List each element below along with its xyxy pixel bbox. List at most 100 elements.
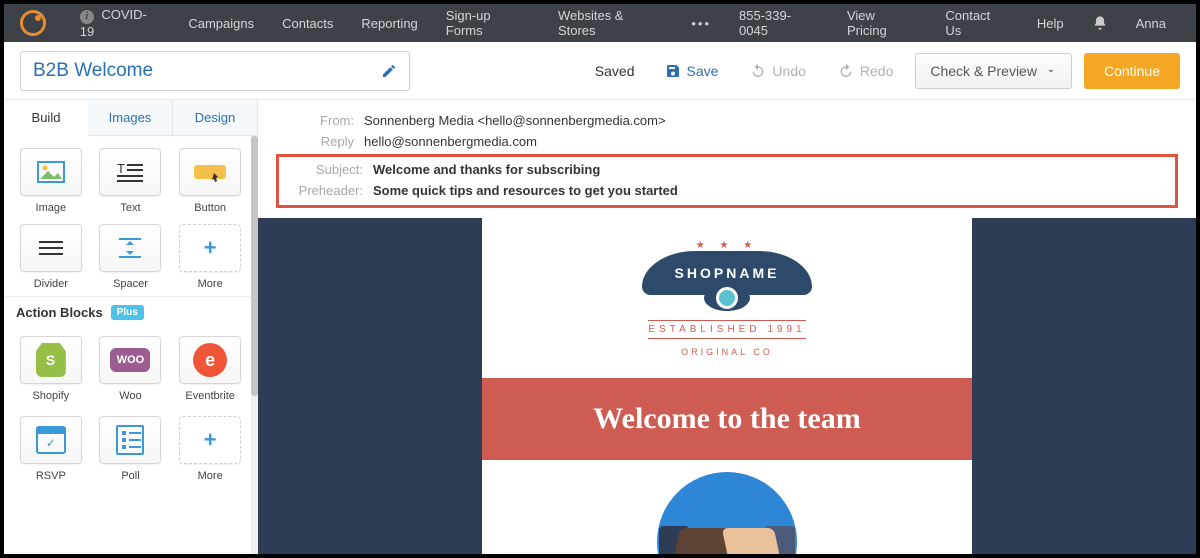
email-logo-block[interactable]: ★ ★ ★ SHOPNAME ESTABLISHED 1991 ORIGINAL… bbox=[482, 218, 972, 378]
plus-badge: Plus bbox=[111, 305, 144, 320]
welcome-heading[interactable]: Welcome to the team bbox=[482, 378, 972, 460]
meta-from-label: From: bbox=[276, 113, 364, 128]
block-spacer-label: Spacer bbox=[113, 278, 148, 290]
ablock-eventbrite-label: Eventbrite bbox=[185, 390, 235, 402]
sidebar-scrollbar[interactable] bbox=[251, 136, 258, 554]
undo-button[interactable]: Undo bbox=[740, 55, 815, 87]
nav-contacts[interactable]: Contacts bbox=[268, 16, 347, 31]
save-icon bbox=[665, 63, 681, 79]
block-text[interactable]: T Text bbox=[96, 148, 166, 214]
top-navigation: i COVID-19 Campaigns Contacts Reporting … bbox=[4, 4, 1196, 42]
tab-images[interactable]: Images bbox=[88, 100, 172, 136]
notifications-icon[interactable] bbox=[1078, 15, 1122, 31]
shop-logo: ★ ★ ★ SHOPNAME bbox=[642, 240, 812, 310]
handshake-circle bbox=[657, 472, 797, 554]
poll-icon bbox=[116, 425, 144, 455]
nav-websites-stores[interactable]: Websites & Stores bbox=[544, 8, 677, 38]
eye-icon bbox=[704, 285, 750, 311]
undo-label: Undo bbox=[772, 63, 805, 79]
nav-user[interactable]: Anna bbox=[1122, 16, 1180, 31]
eventbrite-icon: e bbox=[193, 343, 227, 377]
nav-phone: 855-339-0045 bbox=[725, 8, 833, 38]
rsvp-icon bbox=[36, 426, 66, 454]
save-button[interactable]: Save bbox=[655, 55, 729, 87]
sidebar-tabs: Build Images Design bbox=[4, 100, 257, 136]
redo-button[interactable]: Redo bbox=[828, 55, 903, 87]
action-blocks-label: Action Blocks bbox=[16, 305, 103, 320]
meta-subject-label: Subject: bbox=[285, 162, 373, 177]
ablock-woo-label: Woo bbox=[119, 390, 141, 402]
meta-preheader-label: Preheader: bbox=[285, 183, 373, 198]
established-text: ESTABLISHED 1991 bbox=[648, 320, 805, 339]
edit-name-icon[interactable] bbox=[381, 63, 397, 79]
plus-icon: + bbox=[204, 427, 217, 453]
scrollbar-thumb[interactable] bbox=[251, 136, 258, 396]
handshake-block[interactable] bbox=[482, 460, 972, 554]
block-more[interactable]: + More bbox=[175, 224, 245, 290]
shopify-icon bbox=[36, 343, 66, 377]
editor-toolbar: B2B Welcome Saved Save Undo Redo Check &… bbox=[4, 42, 1196, 100]
build-blocks: Image T Text Button Divider Spacer + Mor… bbox=[4, 136, 257, 296]
block-image[interactable]: Image bbox=[16, 148, 86, 214]
nav-help[interactable]: Help bbox=[1023, 16, 1078, 31]
email-meta: From: Sonnenberg Media <hello@sonnenberg… bbox=[258, 100, 1196, 218]
ablock-rsvp[interactable]: RSVP bbox=[16, 416, 86, 482]
ablock-eventbrite[interactable]: e Eventbrite bbox=[175, 336, 245, 402]
image-icon bbox=[37, 161, 65, 183]
nav-signup-forms[interactable]: Sign-up Forms bbox=[432, 8, 544, 38]
meta-subject[interactable]: Subject: Welcome and thanks for subscrib… bbox=[285, 159, 1169, 180]
tab-build[interactable]: Build bbox=[4, 100, 88, 136]
handshake-icon bbox=[677, 512, 777, 554]
ablock-shopify[interactable]: Shopify bbox=[16, 336, 86, 402]
email-preview-stage[interactable]: ★ ★ ★ SHOPNAME ESTABLISHED 1991 ORIGINAL… bbox=[258, 218, 1196, 554]
woo-icon: WOO bbox=[110, 348, 150, 372]
save-status: Saved bbox=[595, 63, 635, 79]
button-icon bbox=[192, 161, 228, 183]
stars-icon: ★ ★ ★ bbox=[642, 240, 812, 251]
block-button[interactable]: Button bbox=[175, 148, 245, 214]
ablock-poll[interactable]: Poll bbox=[96, 416, 166, 482]
ablock-poll-label: Poll bbox=[121, 470, 139, 482]
nav-covid[interactable]: i COVID-19 bbox=[66, 7, 175, 39]
tab-design[interactable]: Design bbox=[172, 100, 257, 136]
text-icon: T bbox=[115, 161, 145, 183]
main-area: Build Images Design Image T Text Button … bbox=[4, 100, 1196, 554]
ablock-woo[interactable]: WOO Woo bbox=[96, 336, 166, 402]
email-body[interactable]: ★ ★ ★ SHOPNAME ESTABLISHED 1991 ORIGINAL… bbox=[482, 218, 972, 554]
block-spacer[interactable]: Spacer bbox=[96, 224, 166, 290]
brand-logo[interactable] bbox=[20, 10, 46, 36]
original-text: ORIGINAL CO bbox=[681, 347, 773, 357]
continue-button[interactable]: Continue bbox=[1084, 53, 1180, 89]
meta-preheader[interactable]: Preheader: Some quick tips and resources… bbox=[285, 180, 1169, 201]
action-blocks: Shopify WOO Woo e Eventbrite RSVP Poll +… bbox=[4, 328, 257, 490]
block-image-label: Image bbox=[36, 202, 67, 214]
block-divider-label: Divider bbox=[34, 278, 68, 290]
ablock-more[interactable]: + More bbox=[175, 416, 245, 482]
check-preview-button[interactable]: Check & Preview bbox=[915, 53, 1072, 89]
nav-reporting[interactable]: Reporting bbox=[347, 16, 431, 31]
left-sidebar: Build Images Design Image T Text Button … bbox=[4, 100, 258, 554]
meta-reply[interactable]: Reply hello@sonnenbergmedia.com bbox=[276, 131, 1178, 152]
campaign-name-field[interactable]: B2B Welcome bbox=[20, 51, 410, 91]
redo-label: Redo bbox=[860, 63, 893, 79]
nav-view-pricing[interactable]: View Pricing bbox=[833, 8, 931, 38]
meta-subject-value: Welcome and thanks for subscribing bbox=[373, 162, 600, 177]
check-preview-label: Check & Preview bbox=[930, 63, 1037, 79]
subject-preheader-highlight: Subject: Welcome and thanks for subscrib… bbox=[276, 154, 1178, 208]
svg-text:T: T bbox=[117, 161, 125, 176]
meta-from[interactable]: From: Sonnenberg Media <hello@sonnenberg… bbox=[276, 110, 1178, 131]
block-divider[interactable]: Divider bbox=[16, 224, 86, 290]
nav-contact-us[interactable]: Contact Us bbox=[931, 8, 1023, 38]
save-label: Save bbox=[687, 63, 719, 79]
nav-more-icon[interactable]: ••• bbox=[677, 16, 725, 31]
block-button-label: Button bbox=[194, 202, 226, 214]
meta-reply-value: hello@sonnenbergmedia.com bbox=[364, 134, 537, 149]
ablock-more-label: More bbox=[198, 470, 223, 482]
nav-campaigns[interactable]: Campaigns bbox=[174, 16, 268, 31]
plus-icon: + bbox=[204, 235, 217, 261]
redo-icon bbox=[838, 63, 854, 79]
info-icon: i bbox=[80, 10, 94, 24]
editor-canvas: From: Sonnenberg Media <hello@sonnenberg… bbox=[258, 100, 1196, 554]
meta-preheader-value: Some quick tips and resources to get you… bbox=[373, 183, 678, 198]
block-text-label: Text bbox=[120, 202, 140, 214]
